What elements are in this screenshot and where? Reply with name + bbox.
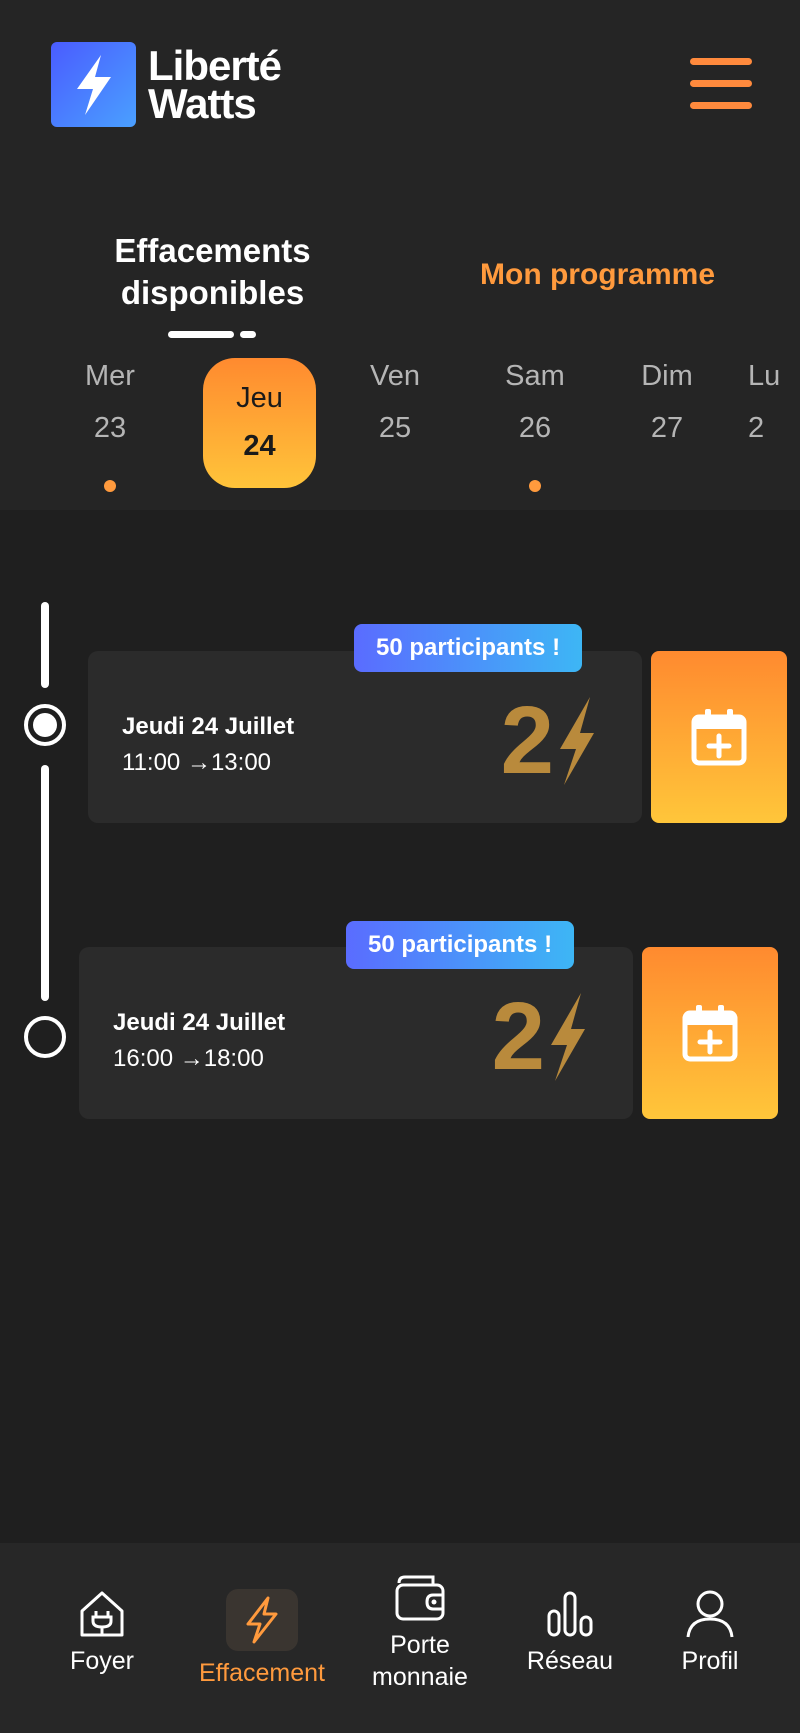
user-icon: [686, 1590, 734, 1638]
brand-name: Liberté Watts: [148, 41, 282, 127]
nav-effacement[interactable]: Effacement: [182, 1589, 342, 1689]
availability-dot: [104, 480, 116, 492]
day-item[interactable]: Ven 25: [340, 360, 450, 445]
calendar-plus-icon: [682, 1005, 738, 1062]
slot-card[interactable]: Jeudi 24 Juillet 11:00 →13:00 2: [88, 651, 642, 823]
day-item[interactable]: Sam 26: [480, 360, 590, 492]
day-item[interactable]: Dim 27: [612, 360, 722, 445]
lightning-icon: [246, 1596, 278, 1644]
slot-time: 16:00 →18:00: [113, 1045, 264, 1072]
lightning-icon: [560, 697, 594, 785]
nav-foyer[interactable]: Foyer: [52, 1587, 152, 1677]
calendar-plus-icon: [691, 709, 747, 766]
add-to-calendar-button[interactable]: [651, 651, 787, 823]
top-header: Liberté Watts Effacements disponibles Mo…: [0, 0, 800, 510]
tab-effacements-disponibles[interactable]: Effacements disponibles: [80, 230, 345, 314]
slot-points: 2: [501, 693, 598, 789]
bars-icon: [547, 1591, 593, 1637]
lightning-icon: [551, 993, 585, 1081]
bottom-navigation: Foyer Effacement Porte monnaie Réseau Pr…: [0, 1543, 800, 1733]
slot-card[interactable]: Jeudi 24 Juillet 16:00 →18:00 2: [79, 947, 633, 1119]
app-logo: Liberté Watts: [51, 41, 282, 127]
house-plug-icon: [80, 1591, 124, 1637]
timeline-line: [41, 602, 49, 688]
slot-time: 11:00 →13:00: [122, 749, 272, 776]
wallet-icon: [395, 1575, 445, 1621]
day-item[interactable]: Mer 23: [55, 360, 165, 492]
hamburger-menu-icon[interactable]: [690, 58, 752, 110]
availability-dot: [529, 480, 541, 492]
participants-badge: 50 participants !: [354, 624, 583, 672]
participants-badge: 50 participants !: [346, 921, 575, 969]
slot-date: Jeudi 24 Juillet: [113, 1009, 286, 1036]
nav-profil[interactable]: Profil: [660, 1587, 760, 1677]
tab-mon-programme[interactable]: Mon programme: [480, 258, 715, 292]
slot-date: Jeudi 24 Juillet: [122, 713, 295, 740]
timeline-node-active: [24, 704, 66, 746]
nav-reseau[interactable]: Réseau: [515, 1587, 625, 1677]
lightning-logo-icon: [51, 42, 136, 127]
timeline-node: [24, 1016, 66, 1058]
slot-points: 2: [492, 989, 589, 1085]
nav-porte-monnaie[interactable]: Porte monnaie: [355, 1573, 485, 1693]
active-tab-indicator: [168, 331, 234, 338]
add-to-calendar-button[interactable]: [642, 947, 778, 1119]
active-tab-indicator-dot: [240, 331, 256, 338]
day-item-selected[interactable]: Jeu 24: [203, 358, 316, 488]
day-item[interactable]: Lu 2: [748, 360, 800, 445]
timeline-line: [41, 765, 49, 1001]
